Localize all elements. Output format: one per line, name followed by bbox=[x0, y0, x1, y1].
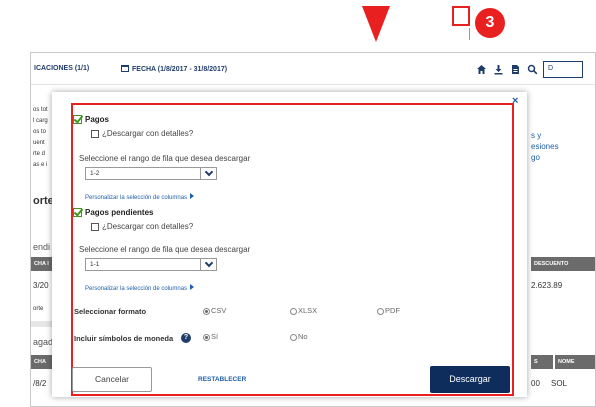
pagos-range-label: Seleccione el rango de fila que desea de… bbox=[79, 154, 251, 163]
format-xlsx-radio[interactable] bbox=[290, 308, 297, 315]
bg-link: esiones bbox=[531, 142, 559, 151]
pagos-details-checkbox[interactable] bbox=[91, 130, 99, 138]
currency-yes-label: Sí bbox=[211, 332, 219, 341]
home-icon[interactable] bbox=[474, 62, 488, 76]
date-filter[interactable]: FECHA (1/8/2017 - 31/8/2017) bbox=[121, 65, 227, 73]
bg-table-header: NOME bbox=[555, 355, 595, 369]
pagos-pendientes-label: Pagos pendientes bbox=[85, 208, 154, 217]
bg-text: uent bbox=[33, 140, 45, 146]
format-xlsx-label: XLSX bbox=[298, 306, 318, 315]
bg-table-header: S bbox=[531, 355, 553, 369]
bg-text: orte bbox=[33, 306, 44, 312]
bg-text: os to bbox=[33, 129, 47, 135]
download-pointer-line bbox=[469, 28, 470, 40]
header-document-button[interactable]: D bbox=[543, 61, 583, 78]
pagos-pendientes-customize-label: Personalizar la selección de columnas bbox=[85, 286, 188, 292]
document-icon[interactable] bbox=[508, 62, 522, 76]
caret-right-icon bbox=[190, 284, 195, 290]
header-button-label: D bbox=[548, 65, 554, 72]
calendar-icon bbox=[121, 65, 129, 72]
bg-cell: SOL bbox=[551, 379, 568, 388]
bg-text: as e i bbox=[33, 162, 48, 168]
chevron-down-icon[interactable] bbox=[200, 167, 216, 179]
currency-label: Incluir símbolos de moneda bbox=[74, 334, 174, 343]
cancel-button[interactable]: Cancelar bbox=[72, 367, 152, 392]
download-button[interactable]: Descargar bbox=[430, 366, 510, 393]
notifications-label[interactable]: ICACIONES (1/1) bbox=[34, 65, 89, 72]
format-csv-label: CSV bbox=[211, 306, 227, 315]
date-filter-label: FECHA (1/8/2017 - 31/8/2017) bbox=[132, 66, 228, 73]
bg-cell: 2.623.89 bbox=[531, 281, 563, 290]
bg-subtitle: agad bbox=[33, 337, 54, 347]
bg-text: rte d bbox=[33, 151, 46, 157]
bg-text: os tot bbox=[33, 107, 48, 113]
bg-table-header-label: CHA I bbox=[34, 261, 49, 267]
format-csv-radio[interactable] bbox=[203, 308, 210, 315]
currency-no-label: No bbox=[298, 332, 308, 341]
pagos-label: Pagos bbox=[85, 115, 110, 124]
bg-table-header-label: S bbox=[534, 359, 538, 365]
pagos-customize-label: Personalizar la selección de columnas bbox=[85, 195, 188, 201]
pagos-checkbox[interactable] bbox=[73, 115, 82, 124]
app-header: ICACIONES (1/1) FECHA (1/8/2017 - 31/8/2… bbox=[31, 53, 595, 85]
pagos-pendientes-range-select[interactable]: 1-1 bbox=[85, 258, 217, 271]
format-pdf-radio[interactable] bbox=[377, 308, 384, 315]
bg-table-header: DESCUENTO bbox=[531, 257, 595, 271]
bg-cell: 3/20 bbox=[33, 281, 49, 290]
download-highlight bbox=[452, 6, 470, 26]
bg-table-header-label: DESCUENTO bbox=[534, 261, 569, 267]
pagos-range-value: 1-2 bbox=[90, 170, 100, 177]
bg-text: l carg bbox=[33, 118, 48, 124]
currency-no-radio[interactable] bbox=[290, 334, 297, 341]
pagos-pendientes-range-value: 1-1 bbox=[90, 261, 100, 268]
header-icons bbox=[474, 61, 542, 77]
help-icon[interactable]: ? bbox=[181, 333, 191, 343]
bg-table-header-label: NOME bbox=[558, 359, 575, 365]
bg-table-header-label: CHA bbox=[34, 359, 46, 365]
pagos-pendientes-checkbox[interactable] bbox=[73, 208, 82, 217]
bg-cell: 00 bbox=[531, 379, 540, 388]
pagos-range-select[interactable]: 1-2 bbox=[85, 167, 217, 180]
pagos-pendientes-range-label: Seleccione el rango de fila que desea de… bbox=[79, 245, 251, 254]
bg-section-title: orte bbox=[33, 195, 54, 207]
pagos-customize-link[interactable]: Personalizar la selección de columnas bbox=[85, 193, 195, 201]
bg-cell: /8/2 bbox=[33, 379, 47, 388]
format-label: Seleccionar formato bbox=[74, 307, 147, 316]
caret-right-icon bbox=[190, 193, 195, 199]
step-badge: 3 bbox=[475, 8, 505, 38]
search-icon[interactable] bbox=[525, 62, 539, 76]
pagos-pendientes-customize-link[interactable]: Personalizar la selección de columnas bbox=[85, 284, 195, 292]
bg-subtitle: endi bbox=[33, 242, 51, 252]
pagos-pendientes-details-checkbox[interactable] bbox=[91, 223, 99, 231]
download-icon[interactable] bbox=[491, 62, 505, 76]
currency-yes-radio[interactable] bbox=[203, 334, 210, 341]
pagos-details-label: ¿Descargar con detalles? bbox=[102, 129, 194, 138]
pagos-pendientes-details-label: ¿Descargar con detalles? bbox=[102, 222, 194, 231]
annotation-arrow bbox=[362, 6, 390, 42]
reset-button[interactable]: RESTABLECER bbox=[198, 376, 246, 383]
format-pdf-label: PDF bbox=[385, 306, 400, 315]
bg-link: s y bbox=[531, 131, 542, 140]
bg-link: go bbox=[531, 153, 540, 162]
chevron-down-icon[interactable] bbox=[200, 258, 216, 270]
